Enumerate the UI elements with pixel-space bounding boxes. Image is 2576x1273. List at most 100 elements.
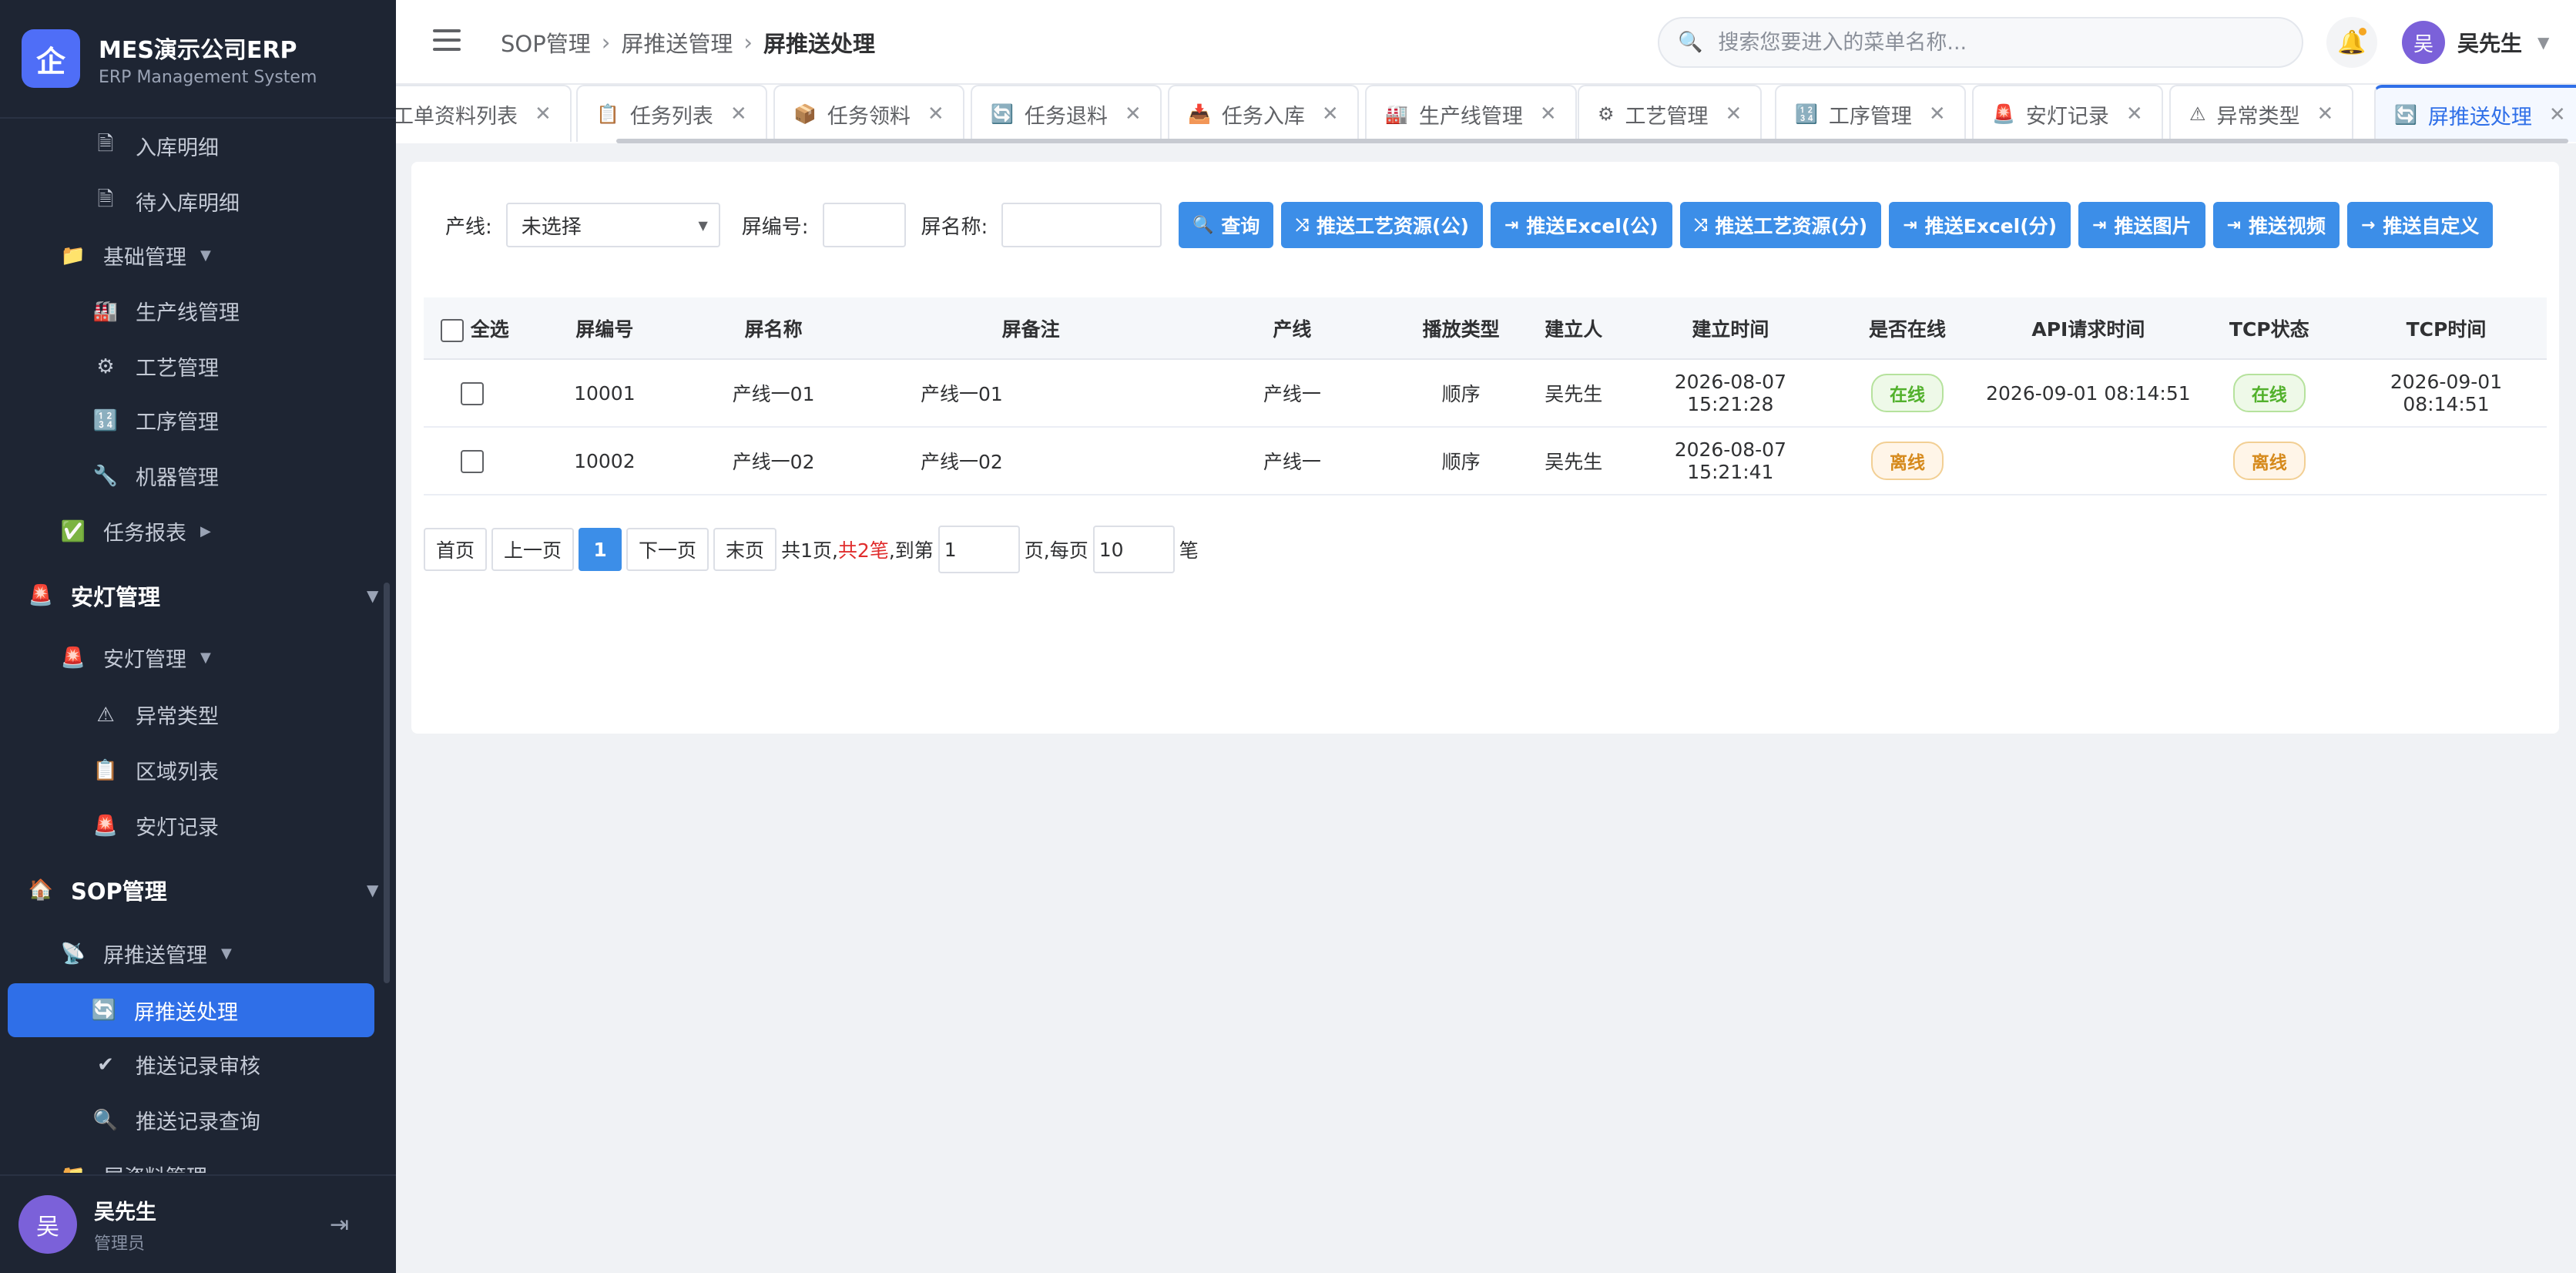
sidebar-item-inbound-detail[interactable]: 🗎 入库明细 (92, 131, 219, 161)
sidebar-section-andon[interactable]: 🚨 安灯管理 ▼ (28, 579, 382, 612)
cell-line: 产线一 (1179, 359, 1405, 428)
notification-bell-icon[interactable]: 🔔 (2326, 17, 2377, 68)
sidebar-group-screen-data[interactable]: 📁屏资料管理 (60, 1160, 207, 1174)
goto-page-input[interactable]: 1 (937, 526, 1020, 573)
caret-down-icon: ▼ (367, 881, 379, 899)
sidebar-item-andon-record[interactable]: 🚨 安灯记录 (92, 811, 219, 841)
sidebar-scrollbar[interactable] (384, 583, 390, 983)
close-icon[interactable]: ✕ (535, 102, 552, 126)
push-excel-branch-button[interactable]: ⇥ 推送Excel(分) (1889, 202, 2071, 248)
close-icon[interactable]: ✕ (1125, 102, 1142, 126)
sidebar-item-push-query[interactable]: 🔍 推送记录查询 (92, 1105, 260, 1135)
row-checkbox[interactable] (461, 449, 484, 473)
sidebar-item-area-list[interactable]: 📋 区域列表 (92, 755, 219, 785)
push-custom-button[interactable]: → 推送自定义 (2346, 202, 2494, 248)
sidebar-group-andon[interactable]: 🚨 安灯管理 ▼ (60, 643, 211, 673)
tab-exception-type[interactable]: ⚠ 异常类型 ✕ (2169, 85, 2354, 142)
tab-task-inbound[interactable]: 📥 任务入库 ✕ (1168, 85, 1359, 142)
breadcrumb-item[interactable]: 屏推送管理 (621, 26, 733, 59)
sidebar-item-machine[interactable]: 🔧 机器管理 (92, 461, 219, 491)
close-icon[interactable]: ✕ (1322, 102, 1339, 126)
sidebar-item-screen-push-process[interactable]: 🔄 屏推送处理 (8, 983, 374, 1037)
avatar[interactable]: 吴 (18, 1195, 77, 1254)
current-page-button[interactable]: 1 (579, 528, 622, 571)
push-image-button[interactable]: ⇥ 推送图片 (2078, 202, 2205, 248)
tab-process-manage[interactable]: ⚙ 工艺管理 ✕ (1578, 85, 1763, 142)
close-icon[interactable]: ✕ (1929, 102, 1946, 126)
alarm-icon: 🚨 (92, 814, 119, 838)
sidebar-group-task-report[interactable]: ✅ 任务报表 ▶ (60, 516, 211, 546)
tab-task-list[interactable]: 📋 任务列表 ✕ (576, 85, 767, 142)
clipboard-icon: 📋 (596, 103, 619, 125)
sidebar-item-exception-type[interactable]: ⚠ 异常类型 (92, 700, 219, 730)
house-icon: 🏠 (28, 878, 54, 902)
numbers-icon: 🔢 (92, 408, 119, 432)
sidebar-item-process[interactable]: ⚙ 工艺管理 (92, 351, 219, 381)
close-icon[interactable]: ✕ (2317, 102, 2334, 126)
column-header: 产线 (1179, 297, 1405, 360)
sidebar-item-line-manage[interactable]: 🏭 生产线管理 (92, 296, 240, 326)
sidebar-item-push-audit[interactable]: ✔ 推送记录审核 (92, 1050, 260, 1080)
query-button[interactable]: 🔍 查询 (1179, 202, 1274, 248)
next-page-button[interactable]: 下一页 (626, 528, 709, 571)
cell-api-time: 2026-09-01 08:14:51 (1984, 359, 2193, 428)
first-page-button[interactable]: 首页 (424, 528, 488, 571)
export-icon: ⇥ (1903, 215, 1917, 235)
logout-icon[interactable]: ⇥ (330, 1211, 349, 1238)
screen-name-label: 屏名称: (921, 215, 988, 239)
cell-screen-no: 10002 (544, 427, 666, 495)
close-icon[interactable]: ✕ (2126, 102, 2143, 126)
column-header: 建立时间 (1629, 297, 1831, 360)
sidebar-group-screen-push[interactable]: 📡 屏推送管理 ▼ (60, 939, 232, 969)
tab-scrollbar[interactable] (616, 139, 2568, 143)
close-icon[interactable]: ✕ (2549, 103, 2566, 126)
menu-search-input[interactable] (1718, 30, 2273, 55)
sidebar-item-pending-inbound[interactable]: 🗎 待入库明细 (92, 186, 240, 217)
sidebar-item-procedure[interactable]: 🔢 工序管理 (92, 405, 219, 435)
tab-andon-record[interactable]: 🚨 安灯记录 ✕ (1972, 85, 2163, 142)
cell-remark: 产线一02 (882, 427, 1180, 495)
select-all-checkbox[interactable] (441, 318, 464, 342)
table-row[interactable]: 10002 产线一02 产线一02 产线一 顺序 吴先生 2026-08-07 … (424, 427, 2547, 495)
close-icon[interactable]: ✕ (927, 102, 944, 126)
check-icon: ✅ (60, 519, 86, 543)
close-icon[interactable]: ✕ (1540, 102, 1557, 126)
push-video-button[interactable]: ⇥ 推送视频 (2212, 202, 2340, 248)
screen-name-input[interactable] (1001, 203, 1162, 247)
screen-no-input[interactable] (822, 203, 906, 247)
tab-work-order-list[interactable]: 工单资料列表 ✕ (396, 85, 572, 142)
tab-line-manage[interactable]: 🏭 生产线管理 ✕ (1365, 85, 1577, 142)
column-header: API请求时间 (1984, 297, 2193, 360)
tab-task-picking[interactable]: 📦 任务领料 ✕ (773, 85, 964, 142)
prev-page-button[interactable]: 上一页 (491, 528, 575, 571)
total-pages-text: 共1页, (781, 539, 838, 562)
breadcrumb-item[interactable]: SOP管理 (501, 26, 591, 59)
last-page-button[interactable]: 末页 (713, 528, 777, 571)
push-process-branch-button[interactable]: ⤨ 推送工艺资源(分) (1679, 202, 1882, 248)
refresh-icon: 🔄 (2394, 104, 2417, 126)
close-icon[interactable]: ✕ (730, 102, 747, 126)
page-size-input[interactable]: 10 (1092, 526, 1175, 573)
sidebar-user: 吴 吴先生 管理员 ⇥ (0, 1174, 396, 1273)
line-select[interactable]: 未选择 ▼ (505, 203, 720, 247)
header-user-name: 吴先生 (2457, 31, 2523, 56)
sidebar-group-basic[interactable]: 📁 基础管理 ▼ (60, 240, 211, 270)
push-process-public-button[interactable]: ⤨ 推送工艺资源(公) (1281, 202, 1483, 248)
sidebar-section-sop[interactable]: 🏠 SOP管理 ▼ (28, 874, 382, 906)
menu-toggle-icon[interactable] (433, 29, 461, 51)
cell-created: 2026-08-07 15:21:41 (1629, 427, 1831, 495)
column-header: 是否在线 (1830, 297, 1984, 360)
tab-procedure-manage[interactable]: 🔢 工序管理 ✕ (1775, 85, 1966, 142)
row-checkbox[interactable] (461, 381, 484, 405)
push-excel-public-button[interactable]: ⇥ 推送Excel(公) (1490, 202, 1672, 248)
header-user-menu[interactable]: 吴 吴先生 ▼ (2402, 15, 2549, 69)
caret-right-icon: ▶ (200, 523, 211, 539)
close-icon[interactable]: ✕ (1726, 102, 1742, 126)
factory-icon: 🏭 (1385, 103, 1408, 125)
user-role: 管理员 (94, 1234, 146, 1254)
select-all-header[interactable]: 全选 (424, 297, 545, 360)
top-header: SOP管理 › 屏推送管理 › 屏推送处理 🔍 🔔 吴 吴先生 ▼ (396, 0, 2576, 85)
tab-task-return[interactable]: 🔄 任务退料 ✕ (971, 85, 1162, 142)
table-row[interactable]: 10001 产线一01 产线一01 产线一 顺序 吴先生 2026-08-07 … (424, 359, 2547, 428)
tab-screen-push-process[interactable]: 🔄 屏推送处理 ✕ (2374, 85, 2576, 142)
